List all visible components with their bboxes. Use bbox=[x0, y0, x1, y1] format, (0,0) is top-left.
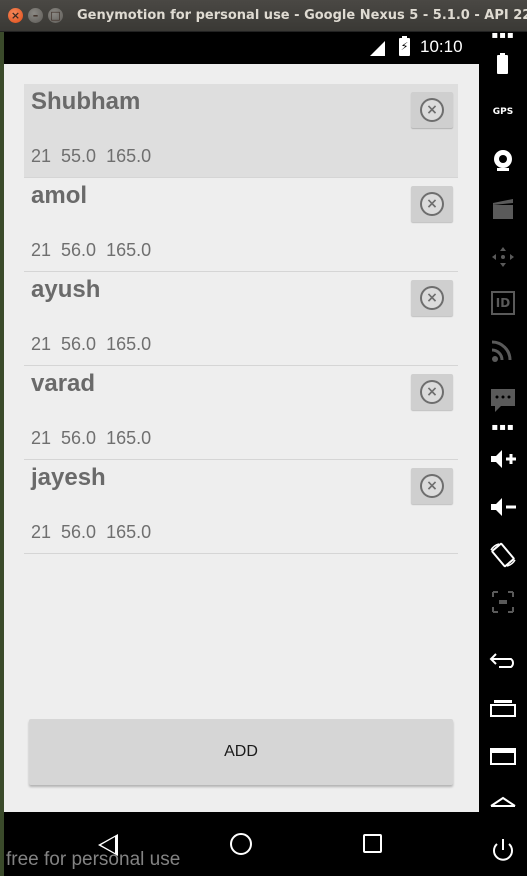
delete-button[interactable]: × bbox=[411, 374, 453, 410]
person-age: 21 bbox=[31, 240, 52, 260]
menu-icon[interactable] bbox=[479, 744, 527, 772]
watermark: free for personal use bbox=[6, 849, 181, 870]
rss-icon[interactable] bbox=[479, 339, 527, 367]
sms-icon[interactable] bbox=[479, 387, 527, 417]
window-title: Genymotion for personal use - Google Nex… bbox=[77, 8, 527, 23]
list-item[interactable]: varad 21 56.0 165.0 × bbox=[24, 366, 458, 460]
person-name: ayush bbox=[31, 276, 101, 303]
delete-icon: × bbox=[420, 98, 444, 122]
battery-icon[interactable] bbox=[479, 52, 527, 80]
status-bar: ⚡ 10:10 bbox=[4, 32, 479, 64]
signal-icon bbox=[370, 41, 385, 56]
person-height: 165.0 bbox=[106, 522, 152, 542]
volume-up-icon[interactable] bbox=[479, 447, 527, 475]
person-stats: 21 56.0 165.0 bbox=[31, 428, 161, 449]
nav-home-icon[interactable] bbox=[230, 833, 252, 855]
person-height: 165.0 bbox=[106, 428, 152, 448]
camera-icon[interactable] bbox=[479, 148, 527, 176]
power-icon[interactable] bbox=[479, 838, 527, 868]
person-stats: 21 56.0 165.0 bbox=[31, 240, 161, 261]
delete-icon: × bbox=[420, 192, 444, 216]
status-clock: 10:10 bbox=[420, 37, 463, 56]
delete-icon: × bbox=[420, 474, 444, 498]
list-item[interactable]: jayesh 21 56.0 165.0 × bbox=[24, 460, 458, 554]
emulator-toolbar: ▪▪▪ GPS ID ▪▪▪ bbox=[479, 30, 527, 876]
home-icon[interactable] bbox=[479, 792, 527, 820]
gps-icon[interactable]: GPS bbox=[479, 107, 527, 117]
close-icon: × bbox=[10, 9, 21, 22]
person-height: 165.0 bbox=[106, 240, 152, 260]
delete-button[interactable]: × bbox=[411, 468, 453, 504]
pixel-perfect-icon[interactable] bbox=[479, 590, 527, 618]
dpad-icon[interactable] bbox=[479, 245, 527, 273]
device-id-icon[interactable]: ID bbox=[479, 291, 527, 315]
delete-icon: × bbox=[420, 380, 444, 404]
add-button[interactable]: ADD bbox=[29, 719, 453, 785]
recent-apps-icon[interactable] bbox=[479, 696, 527, 724]
delete-button[interactable]: × bbox=[411, 186, 453, 222]
person-height: 165.0 bbox=[106, 334, 152, 354]
person-age: 21 bbox=[31, 334, 52, 354]
list-item[interactable]: Shubham 21 55.0 165.0 × bbox=[24, 84, 458, 178]
nav-recent-apps-icon[interactable] bbox=[363, 834, 382, 853]
delete-icon: × bbox=[420, 286, 444, 310]
person-age: 21 bbox=[31, 522, 52, 542]
list-item[interactable]: ayush 21 56.0 165.0 × bbox=[24, 272, 458, 366]
delete-button[interactable]: × bbox=[411, 92, 453, 128]
maximize-icon: □ bbox=[50, 9, 61, 22]
person-weight: 56.0 bbox=[61, 522, 97, 542]
person-name: jayesh bbox=[31, 464, 106, 491]
video-capture-icon[interactable] bbox=[479, 197, 527, 225]
window-close-button[interactable]: × bbox=[8, 8, 23, 23]
window-titlebar: × – □ Genymotion for personal use - Goog… bbox=[0, 0, 527, 32]
device-screen: ⚡ 10:10 Shubham 21 55.0 165.0 × amol 21 56.… bbox=[4, 32, 479, 876]
person-name: amol bbox=[31, 182, 88, 209]
toolbar-separator: ▪▪▪ bbox=[491, 422, 515, 433]
volume-down-icon[interactable] bbox=[479, 495, 527, 523]
person-name: varad bbox=[31, 370, 96, 397]
window-maximize-button[interactable]: □ bbox=[48, 8, 63, 23]
person-list: Shubham 21 55.0 165.0 × amol 21 56.0 165.0 ×… bbox=[24, 84, 458, 554]
person-weight: 56.0 bbox=[61, 240, 97, 260]
person-age: 21 bbox=[31, 428, 52, 448]
person-stats: 21 56.0 165.0 bbox=[31, 334, 161, 355]
person-stats: 21 56.0 165.0 bbox=[31, 522, 161, 543]
person-weight: 56.0 bbox=[61, 334, 97, 354]
rotate-icon[interactable] bbox=[479, 542, 527, 572]
person-height: 165.0 bbox=[106, 146, 152, 166]
app-content: Shubham 21 55.0 165.0 × amol 21 56.0 165.0 ×… bbox=[4, 64, 479, 812]
window-minimize-button[interactable]: – bbox=[28, 8, 43, 23]
person-name: Shubham bbox=[31, 88, 141, 115]
list-item[interactable]: amol 21 56.0 165.0 × bbox=[24, 178, 458, 272]
battery-charging-icon: ⚡ bbox=[399, 36, 410, 56]
minimize-icon: – bbox=[32, 9, 39, 22]
toolbar-grip: ▪▪▪ bbox=[491, 30, 515, 41]
delete-button[interactable]: × bbox=[411, 280, 453, 316]
person-stats: 21 55.0 165.0 bbox=[31, 146, 161, 167]
back-icon[interactable] bbox=[479, 648, 527, 676]
person-weight: 56.0 bbox=[61, 428, 97, 448]
person-age: 21 bbox=[31, 146, 52, 166]
person-weight: 55.0 bbox=[61, 146, 97, 166]
